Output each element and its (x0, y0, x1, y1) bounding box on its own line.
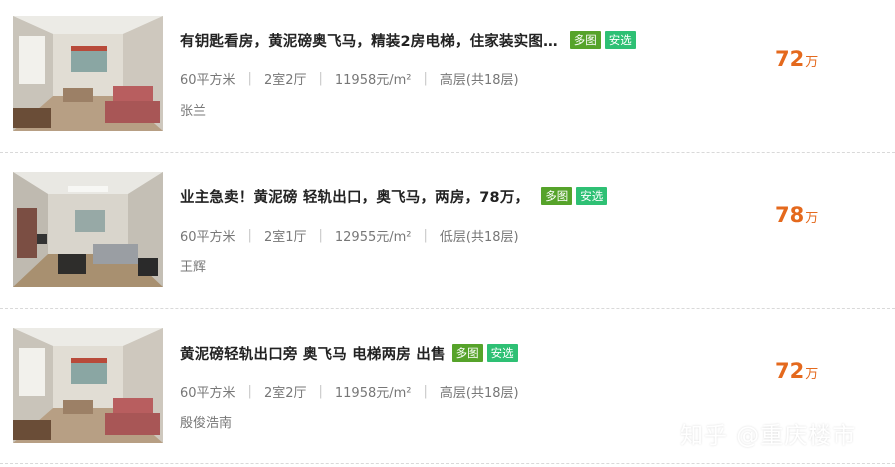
listing-meta: 60平方米 | 2室1厅 | 12955元/m² | 低层(共18层) (180, 226, 519, 245)
listing-divider (0, 152, 895, 153)
agent-name[interactable]: 张兰 (180, 100, 206, 119)
listing-title[interactable]: 黄泥磅轻轨出口旁 奥飞马 电梯两房 出售 (180, 343, 446, 364)
listing-photo[interactable] (13, 172, 163, 287)
price-unit: 万 (805, 367, 819, 382)
price-value: 78 (775, 203, 805, 227)
listing-divider (0, 308, 895, 309)
separator: | (423, 227, 428, 243)
total-price: 72万 (775, 47, 818, 71)
separator: | (247, 70, 252, 86)
watermark: 知乎 @重庆楼市 (680, 423, 857, 449)
tag-verified: 安选 (604, 31, 636, 49)
listing-meta: 60平方米 | 2室2厅 | 11958元/m² | 高层(共18层) (180, 382, 519, 401)
tag-more-photos: 多图 (451, 344, 483, 362)
tag-verified: 安选 (486, 344, 518, 362)
price-unit: 万 (805, 55, 819, 70)
agent-name[interactable]: 殷俊浩南 (180, 412, 232, 431)
total-price: 78万 (775, 203, 818, 227)
layout-text: 2室2厅 (263, 72, 307, 88)
listing-title-row: 业主急卖！黄泥磅 轻轨出口，奥飞马，两房，78万， 多图 安选 (180, 185, 608, 207)
listing-title-row: 黄泥磅轻轨出口旁 奥飞马 电梯两房 出售 多图 安选 (180, 342, 518, 364)
listing-photo[interactable] (13, 328, 163, 443)
listing-item[interactable]: 业主急卖！黄泥磅 轻轨出口，奥飞马，两房，78万， 多图 安选 60平方米 | … (0, 155, 895, 310)
listing-title[interactable]: 业主急卖！黄泥磅 轻轨出口，奥飞马，两房，78万， (180, 186, 529, 207)
separator: | (318, 227, 323, 243)
floor-text: 高层(共18层) (439, 72, 519, 88)
tag-verified: 安选 (576, 187, 608, 205)
area-text: 60平方米 (180, 72, 236, 88)
tag-more-photos: 多图 (569, 31, 601, 49)
listing-title[interactable]: 有钥匙看房，黄泥磅奥飞马，精装2房电梯，住家装实图… (180, 30, 558, 51)
listing-item[interactable]: 有钥匙看房，黄泥磅奥飞马，精装2房电梯，住家装实图… 多图 安选 60平方米 |… (0, 0, 895, 155)
listing-title-row: 有钥匙看房，黄泥磅奥飞马，精装2房电梯，住家装实图… 多图 安选 (180, 29, 636, 51)
area-text: 60平方米 (180, 229, 236, 245)
separator: | (423, 70, 428, 86)
price-value: 72 (775, 359, 805, 383)
tag-more-photos: 多图 (541, 187, 573, 205)
separator: | (247, 383, 252, 399)
separator: | (423, 383, 428, 399)
layout-text: 2室2厅 (263, 385, 307, 401)
price-value: 72 (775, 47, 805, 71)
floor-text: 低层(共18层) (439, 229, 519, 245)
unit-price-text: 11958元/m² (334, 72, 412, 88)
listing-photo[interactable] (13, 16, 163, 131)
floor-text: 高层(共18层) (439, 385, 519, 401)
separator: | (247, 227, 252, 243)
unit-price-text: 12955元/m² (334, 229, 412, 245)
total-price: 72万 (775, 359, 818, 383)
price-unit: 万 (805, 211, 819, 226)
layout-text: 2室1厅 (263, 229, 307, 245)
listing-meta: 60平方米 | 2室2厅 | 11958元/m² | 高层(共18层) (180, 69, 519, 88)
listing-divider (0, 463, 895, 464)
area-text: 60平方米 (180, 385, 236, 401)
unit-price-text: 11958元/m² (334, 385, 412, 401)
separator: | (318, 70, 323, 86)
agent-name[interactable]: 王辉 (180, 256, 206, 275)
separator: | (318, 383, 323, 399)
